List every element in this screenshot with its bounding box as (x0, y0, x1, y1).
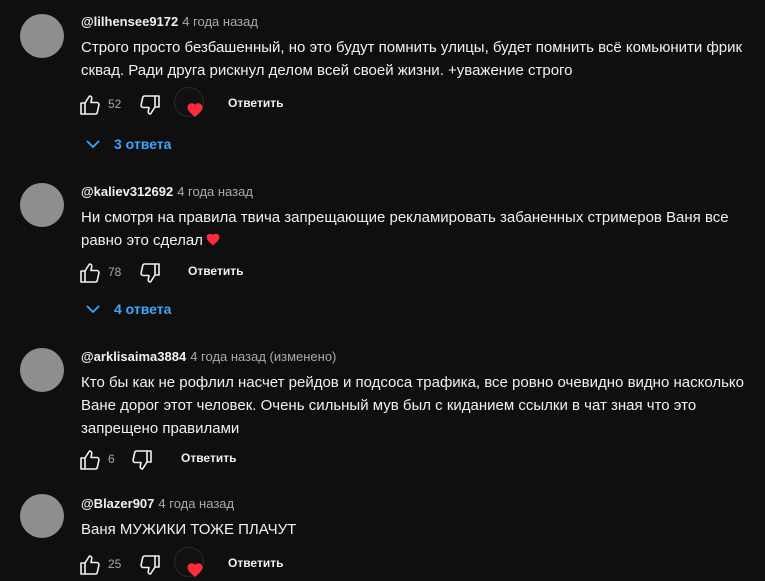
reply-button[interactable]: Ответить (228, 556, 283, 570)
thumb-up-icon (80, 450, 100, 470)
dislike-button[interactable] (138, 261, 162, 285)
thumb-down-icon (140, 95, 160, 115)
like-count: 25 (108, 557, 122, 571)
thumb-down-icon (132, 450, 152, 470)
thumb-down-icon (140, 263, 160, 283)
avatar[interactable] (20, 348, 64, 392)
heart-emoji-icon (206, 233, 220, 246)
dislike-button[interactable] (138, 93, 162, 117)
heart-icon (187, 563, 203, 577)
comment-header: @Blazer907 4 года назад (81, 496, 234, 511)
reply-button[interactable]: Ответить (188, 264, 243, 278)
comment-time[interactable]: 4 года назад (158, 496, 234, 511)
comment-time[interactable]: 4 года назад (177, 184, 253, 199)
comment-author[interactable]: @Blazer907 (81, 496, 154, 511)
avatar[interactable] (20, 14, 64, 58)
avatar[interactable] (20, 494, 64, 538)
chevron-down-icon (86, 140, 100, 149)
like-button[interactable] (78, 261, 102, 285)
heart-icon (187, 103, 203, 117)
comment-text: Ни смотря на правила твича запрещающие р… (81, 209, 729, 249)
reply-button[interactable]: Ответить (228, 96, 283, 110)
thumb-up-icon (80, 263, 100, 283)
like-button[interactable] (78, 553, 102, 577)
replies-count: 4 ответа (114, 301, 172, 317)
comment-time[interactable]: 4 года назад (изменено) (190, 349, 336, 364)
like-button[interactable] (78, 93, 102, 117)
comment-text-block: Ни смотря на правила твича запрещающие р… (81, 206, 751, 252)
comment-header: @kaliev312692 4 года назад (81, 184, 253, 199)
comment-author[interactable]: @lilhensee9172 (81, 14, 178, 29)
replies-count: 3 ответа (114, 136, 172, 152)
reply-button[interactable]: Ответить (181, 451, 236, 465)
comment-text: Строго просто безбашенный, но это будут … (81, 39, 743, 79)
comment-header: @arklisaima3884 4 года назад (изменено) (81, 349, 336, 364)
comment-author[interactable]: @kaliev312692 (81, 184, 173, 199)
thumb-up-icon (80, 555, 100, 575)
avatar[interactable] (20, 183, 64, 227)
comment-header: @lilhensee9172 4 года назад (81, 14, 258, 29)
like-button[interactable] (78, 448, 102, 472)
comment-text: Кто бы как не рофлил насчет рейдов и под… (81, 374, 744, 437)
creator-heart (174, 87, 208, 121)
dislike-button[interactable] (138, 553, 162, 577)
comment-author[interactable]: @arklisaima3884 (81, 349, 186, 364)
thumb-up-icon (80, 95, 100, 115)
dislike-button[interactable] (130, 448, 154, 472)
comment-text: Ваня МУЖИКИ ТОЖЕ ПЛАЧУТ (81, 521, 297, 538)
like-count: 78 (108, 265, 122, 279)
thumb-down-icon (140, 555, 160, 575)
comment-time[interactable]: 4 года назад (182, 14, 258, 29)
creator-heart (174, 547, 208, 581)
like-count: 52 (108, 97, 122, 111)
chevron-down-icon (86, 305, 100, 314)
like-count: 6 (108, 452, 115, 466)
